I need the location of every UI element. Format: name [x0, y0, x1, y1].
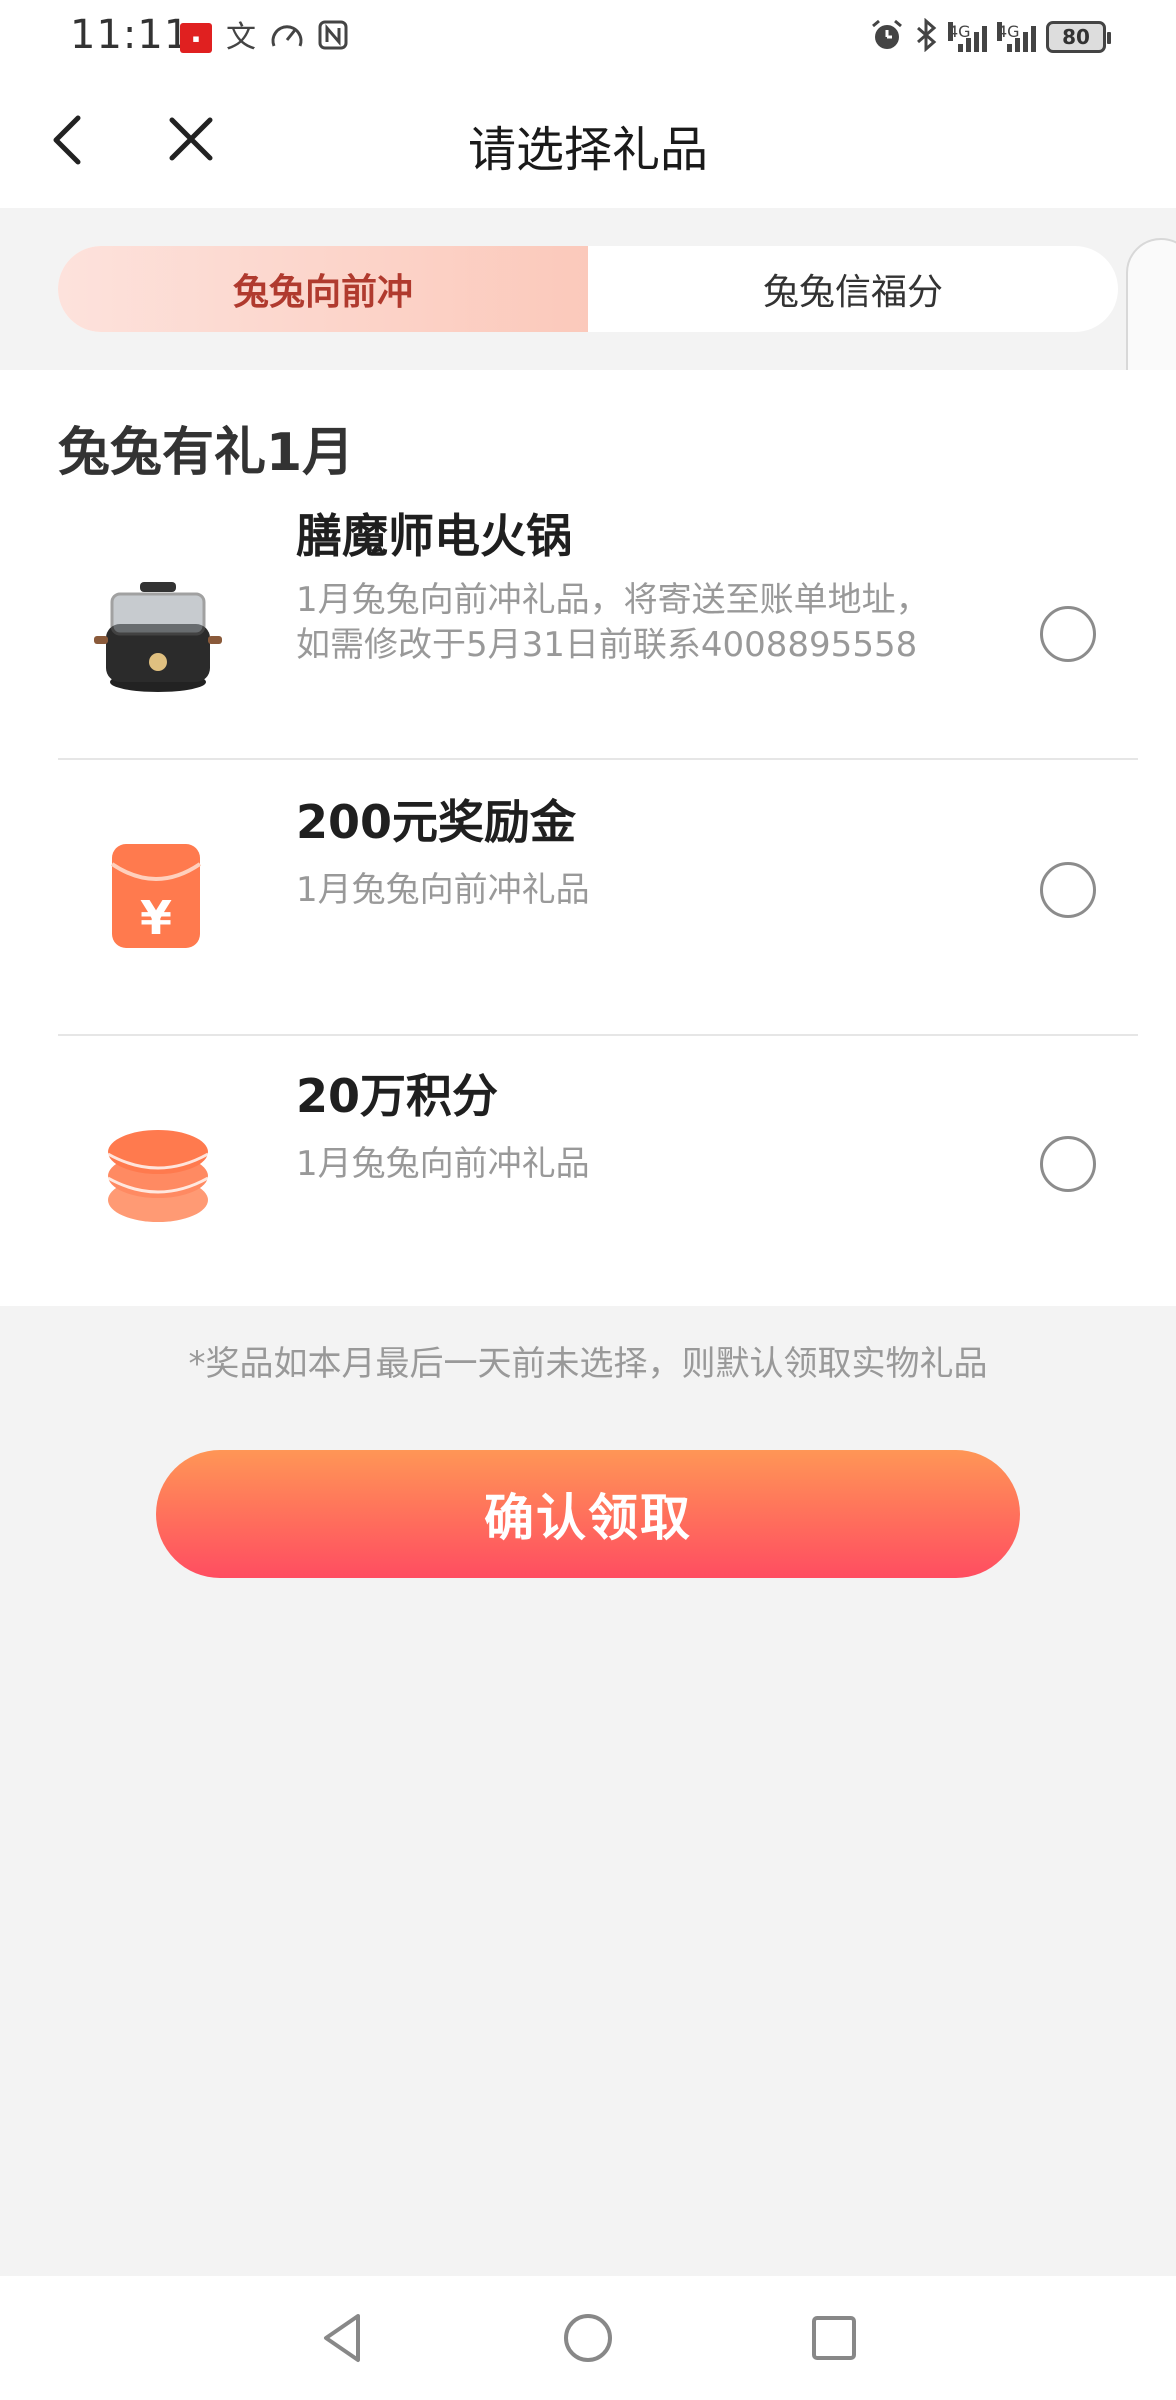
red-envelope-icon: ¥	[88, 828, 228, 968]
gift-radio[interactable]	[1040, 606, 1096, 662]
tabs-area: 兔兔向前冲 兔兔信福分	[0, 208, 1176, 538]
gift-item[interactable]: ¥ 200元奖励金 1月兔兔向前冲礼品	[58, 762, 1138, 1036]
gift-radio[interactable]	[1040, 862, 1096, 918]
app-badge-icon: ▪	[180, 23, 212, 53]
status-right-icons: 4G 4G 80	[870, 17, 1111, 56]
confirm-claim-button[interactable]: 确认领取	[156, 1450, 1020, 1578]
alarm-icon	[870, 18, 904, 56]
battery-indicator: 80	[1046, 21, 1111, 53]
coin-stack-icon	[88, 1102, 228, 1242]
tab-tutu-xiangqianchong[interactable]: 兔兔向前冲	[58, 246, 588, 332]
signal-4g-icon: 4G	[997, 22, 1036, 52]
hotpot-image	[88, 564, 228, 704]
nfc-icon	[318, 20, 348, 56]
gift-name: 膳魔师电火锅	[296, 509, 572, 563]
gift-description: 1月兔兔向前冲礼品，将寄送至账单地址，如需修改于5月31日前联系40088955…	[296, 580, 930, 665]
home-circle-icon[interactable]	[558, 2308, 618, 2368]
navigation-bar: 请选择礼品	[0, 72, 1176, 208]
gift-card: 兔兔有礼1月 膳魔师电火锅 1月兔兔向前冲礼品，将寄送至账单地址，如需修改于5月…	[0, 370, 1176, 1306]
gift-item[interactable]: 膳魔师电火锅 1月兔兔向前冲礼品，将寄送至账单地址，如需修改于5月31日前联系4…	[58, 500, 1138, 760]
status-bar: 11:11 ▪ 文 4G 4G 80	[0, 0, 1176, 72]
gift-name: 20万积分	[296, 1069, 499, 1123]
tab-bar: 兔兔向前冲 兔兔信福分	[58, 246, 1118, 332]
recents-square-icon[interactable]	[804, 2308, 864, 2368]
gift-description: 1月兔兔向前冲礼品	[296, 870, 590, 910]
bluetooth-icon	[914, 17, 938, 56]
section-title: 兔兔有礼1月	[58, 423, 355, 483]
gift-radio[interactable]	[1040, 1136, 1096, 1192]
gift-item[interactable]: 20万积分 1月兔兔向前冲礼品	[58, 1036, 1138, 1306]
signal-4g-icon: 4G	[948, 22, 987, 52]
tab-tutu-xinfufen[interactable]: 兔兔信福分	[588, 246, 1118, 332]
status-time: 11:11	[70, 12, 191, 58]
page-title: 请选择礼品	[467, 122, 708, 178]
back-triangle-icon[interactable]	[312, 2308, 372, 2368]
speedometer-icon	[270, 20, 304, 56]
notice-text: *奖品如本月最后一天前未选择，则默认领取实物礼品	[188, 1344, 988, 1384]
gift-name: 200元奖励金	[296, 795, 577, 849]
translate-icon: 文	[226, 20, 256, 55]
status-left-icons: ▪ 文	[180, 20, 348, 56]
system-navigation-bar	[0, 2276, 1176, 2400]
gift-description: 1月兔兔向前冲礼品	[296, 1144, 590, 1184]
svg-text:¥: ¥	[140, 891, 172, 945]
